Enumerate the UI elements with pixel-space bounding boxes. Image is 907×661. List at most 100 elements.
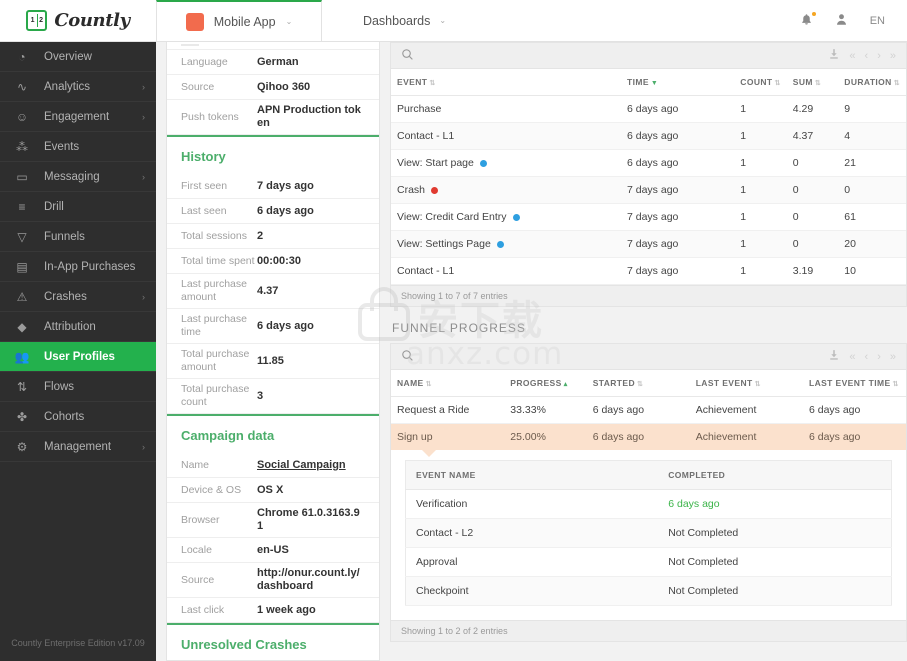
dashboards-tab[interactable]: Dashboards ⌄ — [322, 0, 487, 41]
funnel-table-body: Request a Ride 33.33% 6 days ago Achievemen… — [391, 396, 906, 450]
pager-prev-button[interactable]: ‹ — [865, 351, 869, 363]
sidebar-item-attribution[interactable]: ◆ Attribution — [0, 312, 156, 342]
sidebar-item-flows[interactable]: ⇅ Flows — [0, 372, 156, 402]
event-duration-cell: 20 — [838, 230, 906, 258]
pager-next-button[interactable]: › — [877, 50, 881, 62]
pager-next-button[interactable]: › — [877, 351, 881, 363]
pager-last-button[interactable]: » — [890, 50, 896, 62]
event-count-cell: 1 — [734, 149, 787, 177]
sidebar-item-in-app-purchases[interactable]: ▤ In-App Purchases — [0, 252, 156, 282]
events-col-count[interactable]: COUNT ⇅ — [734, 69, 787, 96]
pager-first-button[interactable]: « — [849, 50, 855, 62]
detail-row-label: Name — [181, 458, 210, 471]
events-table-row[interactable]: View: Start page 6 days ago 1 0 21 — [391, 149, 906, 177]
sidebar-item-label: In-App Purchases — [44, 260, 136, 273]
pager-last-button[interactable]: » — [890, 351, 896, 363]
funnel-steps-table: EVENT NAME COMPLETED Verification 6 days a… — [405, 460, 892, 606]
flows-icon: ⇅ — [16, 379, 28, 394]
events-col-duration[interactable]: DURATION ⇅ — [838, 69, 906, 96]
events-col-label: EVENT — [397, 77, 428, 87]
sidebar-item-management[interactable]: ⚙ Management › — [0, 432, 156, 462]
overview-icon: ◔ — [18, 49, 26, 64]
funnel-col-last-event[interactable]: LAST EVENT ⇅ — [689, 370, 803, 397]
app-selector-tab[interactable]: Mobile App ⌄ — [156, 0, 322, 41]
download-icon[interactable] — [828, 48, 840, 63]
funnel-last-event-time-cell: 6 days ago — [808, 431, 861, 443]
events-col-time[interactable]: TIME ▼ — [621, 69, 735, 96]
events-col-label: DURATION — [844, 77, 892, 87]
detail-row: Last click 1 week ago — [167, 598, 379, 623]
funnel-step-name-cell: Contact - L2 — [405, 518, 659, 548]
event-name: Crash — [397, 184, 426, 196]
event-sum-cell: 4.37 — [786, 122, 839, 150]
event-count-cell: 1 — [734, 257, 787, 285]
events-col-sum[interactable]: SUM ⇅ — [786, 69, 839, 96]
funnel-progress-cell: 33.33% — [504, 396, 587, 424]
funnel-table: NAME ⇅ PROGRESS ▴ STARTED ⇅ LAST EVENT ⇅ LAST EV… — [391, 370, 906, 450]
funnel-started-cell: 6 days ago — [592, 431, 645, 443]
funnel-progress-cell: 25.00% — [510, 431, 546, 443]
chevron-right-icon: › — [142, 171, 145, 182]
notifications-bell-icon[interactable] — [800, 11, 816, 29]
detail-row-value[interactable]: Social Campaign — [257, 459, 346, 472]
sidebar-item-overview[interactable]: ◔ Overview — [0, 42, 156, 72]
sidebar-item-user-profiles[interactable]: 👥 User Profiles — [0, 342, 156, 372]
messaging-icon: ▭ — [16, 169, 28, 184]
sidebar-item-messaging[interactable]: ▭ Messaging › — [0, 162, 156, 192]
sidebar-item-cohorts[interactable]: ✤ Cohorts — [0, 402, 156, 432]
detail-row-value: 3 — [257, 389, 264, 402]
events-table-row[interactable]: Crash 7 days ago 1 0 0 — [391, 176, 906, 204]
funnel-step-row: Approval Not Completed — [405, 547, 892, 577]
funnel-table-row[interactable]: Request a Ride 33.33% 6 days ago Achievemen… — [391, 396, 906, 424]
funnel-step-completed-cell: 6 days ago — [658, 489, 892, 519]
search-icon[interactable] — [401, 349, 414, 365]
funnel-col-progress[interactable]: PROGRESS ▴ — [504, 370, 587, 397]
user-account-icon[interactable] — [835, 13, 848, 29]
funnel-col-name[interactable]: NAME ⇅ — [391, 370, 505, 397]
pager-prev-button[interactable]: ‹ — [865, 50, 869, 62]
sidebar-item-funnels[interactable]: ▽ Funnels — [0, 222, 156, 252]
event-name-cell: View: Settings Page — [391, 230, 621, 258]
search-icon[interactable] — [401, 48, 414, 64]
detail-row: Total purchase count 3 — [167, 379, 379, 414]
events-table-row[interactable]: View: Settings Page 7 days ago 1 0 20 — [391, 230, 906, 258]
funnel-step-name-cell: Checkpoint — [405, 576, 659, 606]
events-table-header-row: EVENT ⇅ TIME ▼ COUNT ⇅ SUM ⇅ DURATION ⇅ — [391, 69, 906, 96]
chevron-right-icon: › — [142, 111, 145, 122]
in-app-purchases-icon: ▤ — [16, 259, 28, 274]
sidebar-item-label: Crashes — [44, 290, 87, 303]
sidebar-item-events[interactable]: ⁂ Events — [0, 132, 156, 162]
events-table-row[interactable]: Purchase 6 days ago 1 4.29 9 — [391, 95, 906, 123]
detail-row: First seen 7 days ago — [167, 174, 379, 199]
sidebar-item-crashes[interactable]: ⚠ Crashes › — [0, 282, 156, 312]
sort-indicator-icon: ▼ — [650, 80, 659, 87]
sort-indicator-icon: ⇅ — [892, 381, 899, 388]
notification-badge-dot — [811, 11, 816, 16]
download-icon[interactable] — [828, 349, 840, 364]
funnel-table-row[interactable]: Sign up 25.00% 6 days ago Achievement 6 days… — [391, 423, 906, 450]
event-count-cell: 1 — [734, 203, 787, 231]
history-list: First seen 7 days ago Last seen 6 days ago T… — [167, 174, 379, 414]
main-content: « ‹ › » EVENT ⇅ TIME ▼ COUNT ⇅ SUM ⇅ DURATION ⇅ P… — [390, 42, 907, 661]
event-duration-cell: 4 — [838, 122, 906, 150]
sidebar-item-drill[interactable]: ≡ Drill — [0, 192, 156, 222]
sidebar-item-analytics[interactable]: ∿ Analytics › — [0, 72, 156, 102]
detail-row-label: Total purchase amount — [181, 348, 250, 373]
events-table-row[interactable]: Contact - L1 6 days ago 1 4.37 4 — [391, 122, 906, 150]
sidebar-nav-list: ◔ Overview ∿ Analytics › ☺ Engagement › ⁂ Events ▭… — [0, 42, 156, 462]
app-logo[interactable]: 1 2 Countly — [0, 0, 156, 41]
funnel-col-last-event-time[interactable]: LAST EVENT TIME ⇅ — [802, 370, 906, 397]
event-time-cell: 6 days ago — [621, 95, 735, 123]
sort-indicator-icon: ⇅ — [893, 80, 900, 87]
events-col-event[interactable]: EVENT ⇅ — [391, 69, 621, 96]
user-profiles-icon: 👥 — [14, 349, 30, 364]
funnel-col-started[interactable]: STARTED ⇅ — [586, 370, 690, 397]
events-table-row[interactable]: View: Credit Card Entry 7 days ago 1 0 61 — [391, 203, 906, 231]
sort-indicator-icon: ⇅ — [637, 381, 644, 388]
events-col-label: SUM — [792, 77, 813, 87]
events-table-row[interactable]: Contact - L1 7 days ago 1 3.19 10 — [391, 257, 906, 285]
sidebar-item-label: Events — [44, 140, 80, 153]
language-selector[interactable]: EN — [870, 15, 885, 27]
pager-first-button[interactable]: « — [849, 351, 855, 363]
sidebar-item-engagement[interactable]: ☺ Engagement › — [0, 102, 156, 132]
